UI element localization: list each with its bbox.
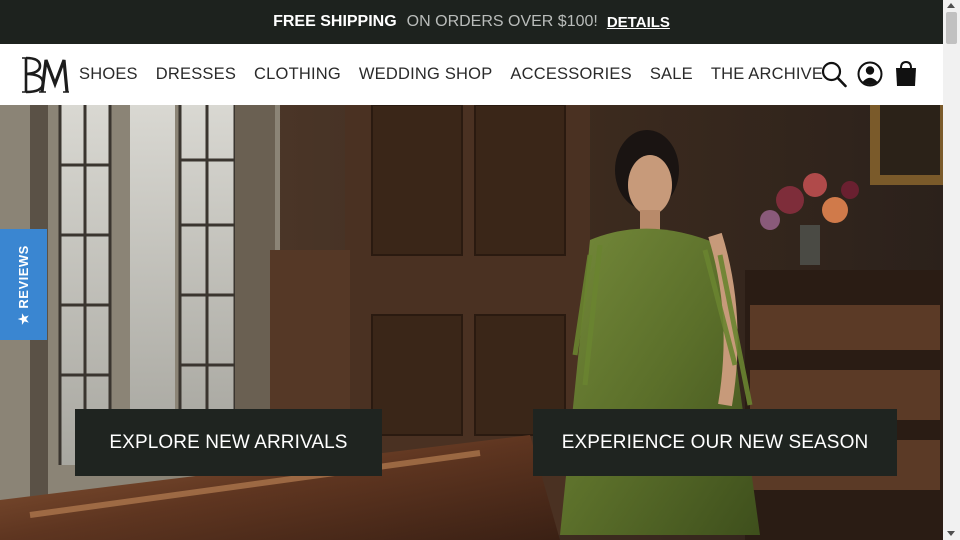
nav-item-wedding-shop[interactable]: WEDDING SHOP bbox=[359, 65, 493, 84]
nav-item-clothing[interactable]: CLOTHING bbox=[254, 65, 341, 84]
account-icon[interactable] bbox=[857, 60, 883, 88]
nav-item-accessories[interactable]: ACCESSORIES bbox=[510, 65, 631, 84]
site-header: SHOES DRESSES CLOTHING WEDDING SHOP ACCE… bbox=[0, 44, 943, 105]
shopping-bag-icon[interactable] bbox=[893, 60, 919, 88]
nav-item-the-archive[interactable]: THE ARCHIVE bbox=[711, 65, 823, 84]
nav-item-sale[interactable]: SALE bbox=[650, 65, 693, 84]
announcement-bar: FREE SHIPPING ON ORDERS OVER $100! DETAI… bbox=[0, 0, 943, 44]
nav-item-shoes[interactable]: SHOES bbox=[79, 65, 138, 84]
scroll-down-arrow-icon[interactable] bbox=[947, 531, 955, 536]
explore-new-arrivals-button[interactable]: EXPLORE NEW ARRIVALS bbox=[75, 409, 382, 476]
promo-details-link[interactable]: DETAILS bbox=[607, 14, 670, 31]
header-icons bbox=[821, 58, 919, 90]
nav-item-dresses[interactable]: DRESSES bbox=[156, 65, 236, 84]
main-nav: SHOES DRESSES CLOTHING WEDDING SHOP ACCE… bbox=[79, 44, 823, 105]
search-icon[interactable] bbox=[821, 60, 847, 88]
promo-light-text: ON ORDERS OVER $100! bbox=[406, 13, 598, 30]
reviews-tab[interactable]: ★ REVIEWS bbox=[0, 229, 47, 340]
experience-new-season-button[interactable]: EXPERIENCE OUR NEW SEASON bbox=[533, 409, 897, 476]
promo-bold-text: FREE SHIPPING bbox=[273, 13, 397, 30]
reviews-tab-label: ★ REVIEWS bbox=[15, 244, 31, 325]
page: FREE SHIPPING ON ORDERS OVER $100! DETAI… bbox=[0, 0, 960, 540]
hero-banner[interactable]: EXPLORE NEW ARRIVALS EXPERIENCE OUR NEW … bbox=[0, 105, 943, 540]
scroll-up-arrow-icon[interactable] bbox=[947, 3, 955, 8]
page-scrollbar[interactable] bbox=[943, 0, 960, 540]
brand-logo[interactable] bbox=[20, 54, 70, 96]
scrollbar-thumb[interactable] bbox=[946, 12, 957, 44]
